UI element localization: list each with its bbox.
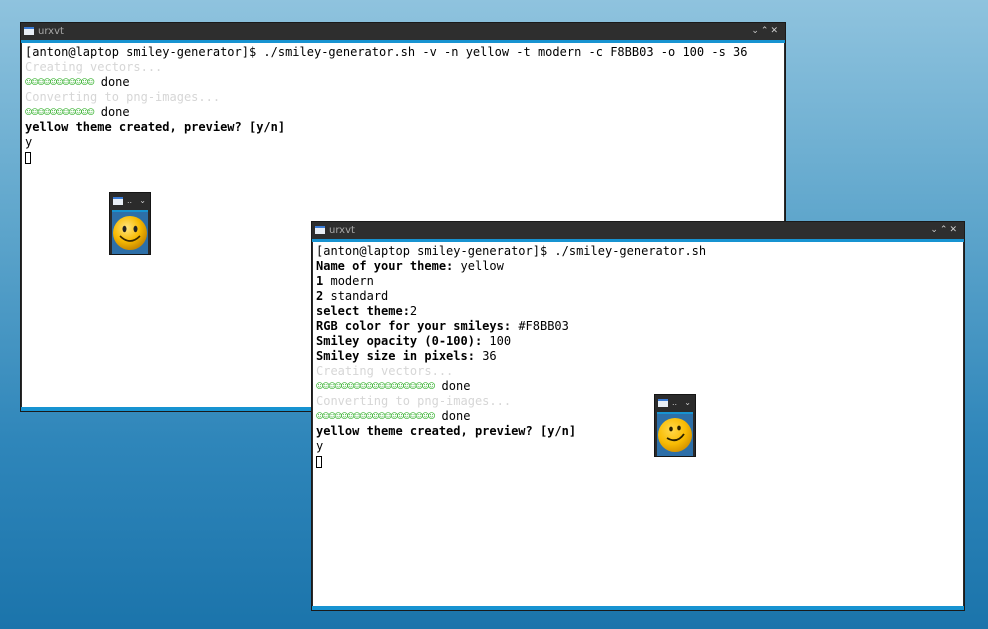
field-value: yellow bbox=[460, 259, 504, 273]
field-value: 2 bbox=[409, 304, 418, 318]
field-label: Name of your theme: bbox=[316, 259, 454, 273]
preview-titlebar[interactable]: .. ⌄ bbox=[110, 193, 150, 208]
command-line: [anton@laptop smiley-generator]$ ./smile… bbox=[316, 244, 707, 258]
chevron-down-icon[interactable]: ⌄ bbox=[684, 395, 691, 410]
preview-titlebar[interactable]: .. ⌄ bbox=[655, 395, 695, 410]
field-label: Smiley size in pixels: bbox=[316, 349, 475, 363]
text-cursor bbox=[316, 455, 322, 468]
terminal-app-icon bbox=[315, 226, 325, 234]
preview-prompt: yellow theme created, preview? [y/n] bbox=[25, 120, 286, 134]
chevron-down-icon[interactable]: ⌄ bbox=[139, 193, 146, 208]
status-line: Converting to png-images... bbox=[316, 394, 512, 408]
option-label: modern bbox=[330, 274, 374, 288]
user-answer: y bbox=[25, 135, 33, 149]
smiley-standard-icon bbox=[658, 418, 692, 452]
titlebar[interactable]: urxvt ⌄⌃✕ bbox=[21, 23, 785, 40]
command-line: [anton@laptop smiley-generator]$ ./smile… bbox=[25, 45, 748, 59]
done-text: done bbox=[100, 75, 130, 89]
preview-app-icon bbox=[113, 197, 123, 205]
preview-canvas bbox=[112, 210, 148, 254]
field-label: select theme: bbox=[316, 304, 410, 318]
window-controls[interactable]: ⌄⌃✕ bbox=[930, 222, 959, 239]
terminal-app-icon bbox=[24, 27, 34, 35]
terminal-window-2[interactable]: urxvt ⌄⌃✕ [anton@laptop smiley-generator… bbox=[311, 221, 965, 611]
done-text: done bbox=[441, 409, 471, 423]
field-value: 100 bbox=[489, 334, 512, 348]
titlebar[interactable]: urxvt ⌄⌃✕ bbox=[312, 222, 964, 239]
option-label: standard bbox=[330, 289, 389, 303]
smiley-preview-window-2[interactable]: .. ⌄ bbox=[654, 394, 696, 457]
option-number: 1 bbox=[316, 274, 324, 288]
window-controls[interactable]: ⌄⌃✕ bbox=[751, 23, 780, 40]
progress-bar: ☺☺☺☺☺☺☺☺☺☺☺☺☺☺☺☺☺☺☺ bbox=[316, 409, 435, 423]
field-label: Smiley opacity (0-100): bbox=[316, 334, 483, 348]
field-value: #F8BB03 bbox=[518, 319, 569, 333]
status-line: Creating vectors... bbox=[25, 60, 163, 74]
text-cursor bbox=[25, 151, 31, 164]
preview-title: .. bbox=[672, 398, 678, 407]
terminal-output[interactable]: [anton@laptop smiley-generator]$ ./smile… bbox=[313, 242, 963, 606]
done-text: done bbox=[100, 105, 130, 119]
window-title: urxvt bbox=[329, 225, 355, 236]
option-number: 2 bbox=[316, 289, 324, 303]
field-value: 36 bbox=[482, 349, 497, 363]
window-title: urxvt bbox=[38, 26, 64, 37]
preview-title: .. bbox=[127, 196, 133, 205]
preview-canvas bbox=[657, 412, 693, 456]
preview-prompt: yellow theme created, preview? [y/n] bbox=[316, 424, 577, 438]
progress-bar: ☺☺☺☺☺☺☺☺☺☺☺ bbox=[25, 105, 94, 119]
status-line: Creating vectors... bbox=[316, 364, 454, 378]
field-label: RGB color for your smileys: bbox=[316, 319, 512, 333]
progress-bar: ☺☺☺☺☺☺☺☺☺☺☺ bbox=[25, 75, 94, 89]
smiley-modern-icon bbox=[113, 216, 147, 250]
user-answer: y bbox=[316, 439, 324, 453]
preview-app-icon bbox=[658, 399, 668, 407]
status-line: Converting to png-images... bbox=[25, 90, 221, 104]
bottom-accent bbox=[312, 606, 964, 610]
done-text: done bbox=[441, 379, 471, 393]
progress-bar: ☺☺☺☺☺☺☺☺☺☺☺☺☺☺☺☺☺☺☺ bbox=[316, 379, 435, 393]
smiley-preview-window-1[interactable]: .. ⌄ bbox=[109, 192, 151, 255]
